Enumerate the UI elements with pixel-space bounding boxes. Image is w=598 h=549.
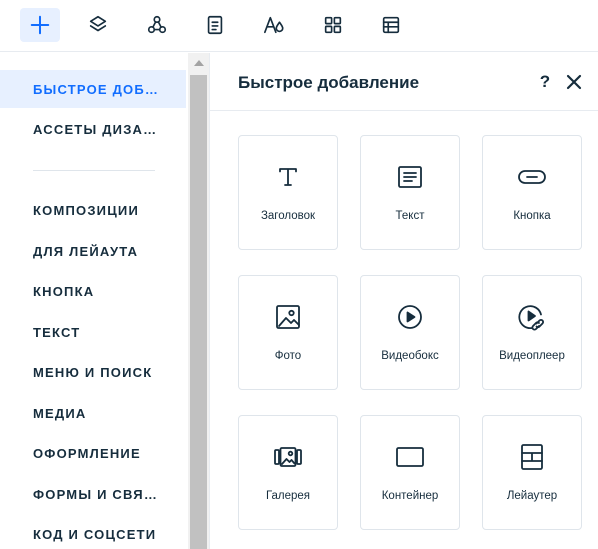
layers-icon	[89, 15, 107, 32]
text-icon	[398, 166, 422, 188]
tile-container[interactable]: Контейнер	[360, 415, 460, 530]
top-toolbar	[0, 0, 598, 52]
tile-text[interactable]: Текст	[360, 135, 460, 250]
category-scrollbar[interactable]	[188, 53, 209, 549]
video-link-icon	[518, 305, 544, 331]
category-list: БЫСТРОЕ ДОБ… АССЕТЫ ДИЗА… КОМПОЗИЦИИ ДЛЯ…	[0, 53, 188, 549]
close-icon	[566, 74, 582, 90]
category-decoration[interactable]: ОФОРМЛЕНИЕ	[0, 434, 186, 472]
help-button[interactable]: ?	[536, 72, 554, 94]
tile-gallery[interactable]: Галерея	[238, 415, 338, 530]
tile-heading[interactable]: Заголовок	[238, 135, 338, 250]
tile-label: Видеоплеер	[499, 350, 565, 362]
category-menu-search[interactable]: МЕНЮ И ПОИСК	[0, 353, 186, 391]
container-icon	[396, 447, 424, 467]
cms-button[interactable]	[371, 8, 411, 42]
layers-button[interactable]	[78, 8, 118, 42]
category-quick-add[interactable]: БЫСТРОЕ ДОБ…	[0, 70, 186, 108]
heading-icon	[279, 168, 297, 186]
tile-label: Текст	[395, 210, 425, 222]
pages-button[interactable]	[195, 8, 235, 42]
typography-icon	[264, 16, 284, 34]
tile-label: Галерея	[265, 490, 311, 502]
connections-icon	[147, 15, 167, 34]
button-icon	[518, 170, 546, 184]
connections-button[interactable]	[137, 8, 177, 42]
layouter-icon	[521, 444, 543, 470]
close-button[interactable]	[564, 72, 584, 92]
tile-label: Заголовок	[260, 210, 316, 222]
quick-add-panel: Быстрое добавление ? Заголовок Текст Кно…	[209, 53, 598, 549]
category-button[interactable]: КНОПКА	[0, 272, 186, 310]
arrow-up-icon	[193, 60, 204, 66]
plus-icon	[30, 15, 50, 35]
gallery-icon	[274, 447, 302, 467]
panel-title: Быстрое добавление	[238, 73, 420, 92]
play-icon	[398, 305, 422, 329]
apps-grid-icon	[324, 16, 342, 34]
category-forms[interactable]: ФОРМЫ И СВЯ…	[0, 475, 186, 513]
tile-label: Лейаутер	[506, 490, 558, 502]
tile-label: Видеобокс	[381, 350, 439, 362]
category-layout[interactable]: ДЛЯ ЛЕЙАУТА	[0, 232, 186, 270]
scroll-up-arrow[interactable]	[188, 53, 209, 73]
tile-button[interactable]: Кнопка	[482, 135, 582, 250]
scroll-thumb[interactable]	[190, 75, 207, 549]
table-icon	[382, 16, 400, 34]
tile-label: Кнопка	[513, 210, 551, 222]
category-code-social[interactable]: КОД И СОЦСЕТИ	[0, 515, 186, 549]
category-text[interactable]: ТЕКСТ	[0, 313, 186, 351]
add-elements-button[interactable]	[20, 8, 60, 42]
category-compositions[interactable]: КОМПОЗИЦИИ	[0, 191, 186, 229]
tile-videobox[interactable]: Видеобокс	[360, 275, 460, 390]
tile-label: Контейнер	[381, 490, 439, 502]
category-media[interactable]: МЕДИА	[0, 394, 186, 432]
tile-layouter[interactable]: Лейаутер	[482, 415, 582, 530]
tile-videoplayer[interactable]: Видеоплеер	[482, 275, 582, 390]
panel-header: Быстрое добавление ?	[210, 53, 598, 111]
image-icon	[276, 305, 300, 329]
tile-photo[interactable]: Фото	[238, 275, 338, 390]
page-icon	[207, 15, 223, 35]
apps-button[interactable]	[313, 8, 353, 42]
category-divider	[33, 170, 155, 171]
category-design-assets[interactable]: АССЕТЫ ДИЗА…	[0, 110, 186, 148]
tile-label: Фото	[274, 350, 302, 362]
typography-button[interactable]	[254, 8, 294, 42]
